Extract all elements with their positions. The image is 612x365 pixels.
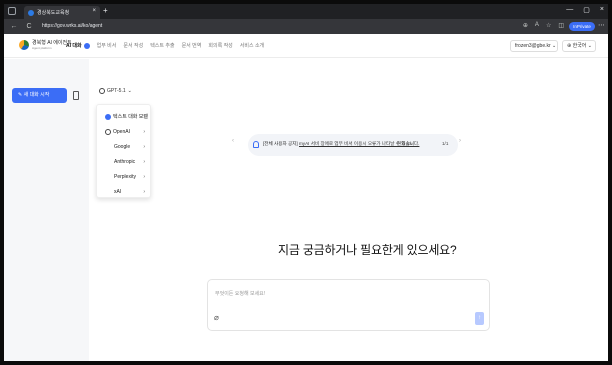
- model-option-label: xAI: [114, 188, 122, 195]
- browser-window: 경상북도교육청 × + — ▢ × ← C https://gov.wrks.a…: [4, 4, 608, 361]
- notice-prefix: [전체 사용자 공지]: [263, 141, 298, 146]
- tab-actions-icon[interactable]: [8, 7, 16, 15]
- nav-meeting-notes[interactable]: 회의록 작성: [208, 42, 232, 49]
- sidebar-toggle-icon[interactable]: [73, 91, 79, 100]
- model-option-openai[interactable]: OpenAI ›: [97, 124, 152, 139]
- window-controls: — ▢ ×: [566, 6, 604, 14]
- model-option-google[interactable]: Google ›: [97, 139, 152, 154]
- new-chat-label: 새 대화 시작: [23, 92, 50, 98]
- read-aloud-icon[interactable]: A: [535, 22, 539, 29]
- language-caret-icon: ⌄: [587, 43, 592, 49]
- nav-document-writing[interactable]: 문서 작성: [123, 42, 143, 49]
- notice-prev-icon[interactable]: ‹: [232, 138, 234, 144]
- bell-icon: [253, 141, 259, 148]
- page-title: 지금 궁금하거나 필요한게 있으세요?: [278, 243, 457, 257]
- nav-work-assistant[interactable]: 업무 비서: [97, 42, 117, 49]
- model-caret-icon: ⌄: [127, 88, 132, 94]
- chevron-right-icon: ›: [143, 143, 145, 150]
- prompt-input-box[interactable]: 무엇이든 요청해 보세요! ⌀ ↑: [207, 279, 490, 331]
- tab-bar: 경상북도교육청 × + — ▢ ×: [4, 4, 608, 19]
- chevron-right-icon: ›: [143, 128, 145, 135]
- model-dropdown: 텍스트 대화 모델 › OpenAI › Google › Anthropic …: [96, 104, 151, 198]
- main-nav: AI 대화 업무 비서 문서 작성 텍스트 추출 문서 번역 회의록 작성 서비…: [66, 42, 264, 49]
- minimize-button[interactable]: —: [566, 6, 573, 14]
- chevron-right-icon: ›: [143, 113, 145, 120]
- active-badge-icon: [83, 42, 90, 49]
- model-option-perplexity[interactable]: Perplexity ›: [97, 169, 152, 184]
- browser-tab[interactable]: 경상북도교육청 ×: [24, 6, 100, 19]
- screen-frame: 경상북도교육청 × + — ▢ × ← C https://gov.wrks.a…: [0, 0, 612, 365]
- collections-icon[interactable]: ◫: [558, 22, 564, 29]
- nav-service-intro[interactable]: 서비스 소개: [240, 42, 264, 49]
- chevron-right-icon: ›: [143, 158, 145, 165]
- send-button[interactable]: ↑: [475, 312, 484, 325]
- prompt-input[interactable]: 무엇이든 요청해 보세요!: [215, 290, 265, 297]
- browser-menu-icon[interactable]: ⋯: [598, 21, 605, 29]
- favorite-icon[interactable]: ☆: [546, 22, 551, 29]
- maximize-button[interactable]: ▢: [583, 6, 590, 14]
- notice-next-icon[interactable]: ›: [459, 138, 461, 144]
- nav-text-extraction[interactable]: 텍스트 추출: [150, 42, 174, 49]
- favicon-icon: [28, 9, 34, 16]
- notice-page-indicator: 1/1: [442, 141, 449, 146]
- chevron-right-icon: ›: [143, 173, 145, 180]
- text-model-icon: [105, 113, 111, 120]
- model-option-label: Anthropic: [114, 158, 136, 165]
- new-tab-button[interactable]: +: [103, 6, 108, 16]
- close-window-button[interactable]: ×: [600, 6, 604, 14]
- model-option-xai[interactable]: xAI ›: [97, 184, 152, 199]
- model-option-text-models[interactable]: 텍스트 대화 모델 ›: [97, 109, 152, 124]
- model-selector[interactable]: GPT-5.1 ⌄: [99, 88, 132, 94]
- reload-button[interactable]: C: [24, 23, 34, 30]
- model-option-label: Google: [114, 143, 131, 150]
- app-header: 경북형 AI 에이전트 Agent platform AI 대화 업무 비서 문…: [4, 34, 608, 58]
- model-option-anthropic[interactable]: Anthropic ›: [97, 154, 152, 169]
- account-dropdown[interactable]: frozen3@gbe.kr ⌄: [510, 40, 558, 52]
- openai-icon: [99, 88, 105, 94]
- new-chat-button[interactable]: ✎ 새 대화 시작: [12, 88, 67, 103]
- paperclip-icon[interactable]: ⌀: [214, 313, 219, 322]
- model-label: GPT-5.1: [107, 88, 126, 94]
- notice-text: [전체 사용자 공지] myAI 서비 장애로 업무 비서 이용시 오류가 나타…: [263, 141, 419, 147]
- logo-mark-icon: [19, 40, 29, 50]
- site-logo[interactable]: 경북형 AI 에이전트 Agent platform: [19, 40, 72, 50]
- tab-title: 경상북도교육청: [37, 10, 70, 16]
- nav-document-translation[interactable]: 문서 번역: [182, 42, 202, 49]
- extension-icon[interactable]: ⊕: [523, 22, 528, 29]
- back-button[interactable]: ←: [9, 23, 19, 30]
- nav-ai-chat[interactable]: AI 대화: [66, 42, 90, 49]
- extension-icons: ⊕ A ☆ ◫: [523, 22, 564, 29]
- address-bar: ← C https://gov.wrks.ai/ko/agent ⊕ A ☆ ◫…: [4, 19, 608, 34]
- nav-ai-chat-label: AI 대화: [66, 43, 82, 49]
- sidebar: ✎ 새 대화 시작: [4, 59, 89, 361]
- notice-link[interactable]: 현재 Cu: [397, 141, 413, 147]
- model-option-label: Perplexity: [114, 173, 136, 180]
- close-tab-icon[interactable]: ×: [92, 8, 96, 14]
- notice-banner: [전체 사용자 공지] myAI 서비 장애로 업무 비서 이용시 오류가 나타…: [248, 134, 458, 156]
- account-caret-icon: ⌄: [552, 43, 557, 49]
- language-label: 한국어: [572, 43, 587, 49]
- url-field[interactable]: https://gov.wrks.ai/ko/agent: [38, 22, 518, 31]
- inprivate-badge[interactable]: InPrivate: [569, 22, 595, 31]
- account-email: frozen3@gbe.kr: [515, 43, 551, 49]
- model-option-label: OpenAI: [113, 128, 130, 135]
- chevron-right-icon: ›: [143, 188, 145, 195]
- language-dropdown[interactable]: ⊕ 한국어 ⌄: [562, 40, 596, 52]
- openai-icon: [105, 128, 111, 135]
